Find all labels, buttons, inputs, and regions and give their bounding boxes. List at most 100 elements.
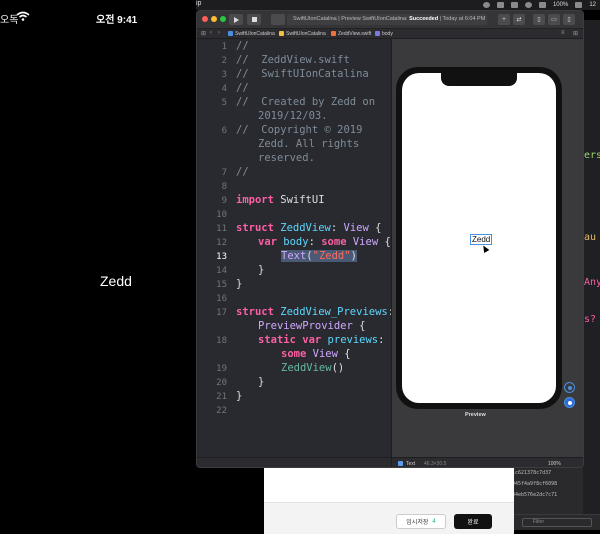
- wifi-menubar-icon[interactable]: [524, 2, 532, 8]
- ios-time: 오전 9:41: [96, 15, 138, 26]
- bg-fragment: Any: [584, 277, 600, 288]
- breadcrumb-project[interactable]: SwiftUIonCatalina: [228, 31, 275, 37]
- line-number: 10: [216, 210, 227, 220]
- code-line: reserved.: [258, 152, 315, 164]
- code-line: // Created by Zedd on: [236, 96, 376, 108]
- editor-options-icon[interactable]: ≡: [561, 30, 565, 36]
- code-line: ZeddView(): [281, 362, 345, 374]
- background-editor: [583, 20, 600, 520]
- filter-input[interactable]: Filter: [522, 518, 592, 527]
- preview-on-device-button[interactable]: [564, 397, 575, 408]
- property-icon: [375, 31, 380, 36]
- line-number: 11: [216, 224, 227, 234]
- preview-caption: Preview: [465, 412, 486, 418]
- line-number: 22: [216, 406, 227, 416]
- console-line: 1c621378c7d37: [512, 470, 552, 476]
- activity-message: SwiftUIonCatalina | Preview SwiftUIonCat…: [293, 16, 410, 22]
- menubar-clock[interactable]: 12: [589, 2, 596, 8]
- line-number: 15: [216, 280, 227, 290]
- line-number: 3: [221, 70, 227, 80]
- minimize-window-button[interactable]: [211, 16, 217, 22]
- line-number: 12: [216, 238, 227, 248]
- done-button[interactable]: 완료: [454, 514, 492, 529]
- code-review-button[interactable]: ⇄: [513, 14, 525, 25]
- line-number: 4: [221, 84, 227, 94]
- inspector-toggle[interactable]: ▯: [563, 14, 575, 25]
- record-icon[interactable]: [482, 2, 490, 8]
- line-number: 16: [216, 294, 227, 304]
- preview-text[interactable]: Zedd: [470, 234, 493, 245]
- run-button[interactable]: [229, 14, 243, 25]
- stop-button[interactable]: [247, 14, 261, 25]
- breadcrumb-file[interactable]: ZeddView.swift: [331, 31, 371, 37]
- pin-icon[interactable]: [398, 461, 403, 466]
- battery-percent[interactable]: 100%: [553, 2, 568, 8]
- simulator-text: Zedd: [100, 273, 132, 289]
- stop-icon: [251, 17, 257, 22]
- grid-icon[interactable]: ⊞: [201, 30, 206, 37]
- console-line: 34eb576e2dc7c71: [512, 492, 558, 498]
- screen-recording: ip 100% 12 오독 오전 9:41 Zedd ers au Any s?…: [0, 0, 600, 534]
- line-number: 19: [216, 364, 227, 374]
- xcode-toolbar: SwiftUIonCatalina | Preview SwiftUIonCat…: [197, 11, 583, 29]
- code-line: var body: some View {: [258, 236, 391, 248]
- bg-fragment: ers: [584, 150, 600, 161]
- device-screen[interactable]: Zedd: [402, 73, 556, 403]
- line-number: 21: [216, 392, 227, 402]
- add-library-button[interactable]: +: [498, 14, 510, 25]
- project-icon: [228, 31, 233, 36]
- line-number: 7: [221, 168, 227, 178]
- ios-status-bar: 오독 오전 9:41: [0, 8, 196, 26]
- code-line: }: [236, 390, 243, 402]
- line-number: 20: [216, 378, 227, 388]
- zoom-window-button[interactable]: [220, 16, 226, 22]
- line-number: 5: [221, 98, 227, 108]
- code-editor[interactable]: 1 2 3 4 5 6 7 8 9 10 11 12 13 14 15 16 1…: [197, 39, 394, 467]
- live-preview-button[interactable]: [564, 382, 575, 393]
- scheme-selector[interactable]: [271, 14, 285, 25]
- mac-menubar: ip 100% 12: [196, 0, 600, 10]
- wifi-icon: [16, 11, 30, 21]
- dropbox-icon[interactable]: [496, 2, 504, 8]
- line-number: 9: [221, 196, 227, 206]
- element-size: 46.3×20.5: [424, 461, 447, 467]
- code-line: some View {: [281, 348, 351, 360]
- code-line: }: [258, 376, 265, 388]
- preview-canvas[interactable]: Zedd Preview Text 46.3×20.5 100%: [391, 39, 583, 467]
- device-notch: [441, 73, 517, 86]
- draft-count: 4: [432, 518, 436, 525]
- draft-label: 임시저장: [406, 520, 429, 526]
- code-line: // ZeddView.swift: [236, 54, 350, 66]
- navigator-toggle[interactable]: ▯: [533, 14, 545, 25]
- code-line: //: [236, 166, 249, 178]
- zoom-level[interactable]: 100%: [548, 461, 561, 467]
- activity-status: Succeeded: [409, 16, 439, 22]
- battery-icon[interactable]: [575, 2, 583, 8]
- debug-toggle[interactable]: ▭: [548, 14, 560, 25]
- selected-element-label: Text: [406, 461, 416, 467]
- line-number: 6: [221, 126, 227, 136]
- save-draft-button[interactable]: 임시저장 4: [396, 514, 446, 529]
- back-icon[interactable]: ‹: [210, 30, 212, 36]
- sound-icon[interactable]: [538, 2, 546, 8]
- canvas-status-bar: Text 46.3×20.5 100%: [392, 457, 583, 467]
- forward-icon[interactable]: ›: [218, 30, 220, 36]
- device-frame: Zedd: [396, 67, 562, 409]
- code-line: Text("Zedd"): [281, 250, 357, 262]
- add-editor-icon[interactable]: ⊞: [573, 30, 578, 37]
- play-icon: [234, 16, 239, 23]
- breadcrumb-folder[interactable]: SwiftUIonCatalina: [279, 31, 326, 37]
- bg-fragment: au: [584, 232, 597, 243]
- close-window-button[interactable]: [202, 16, 208, 22]
- code-line: // SwiftUIonCatalina: [236, 68, 369, 80]
- code-line: // Copyright © 2019: [236, 124, 363, 136]
- xcode-window: SwiftUIonCatalina | Preview SwiftUIonCat…: [196, 10, 584, 468]
- app-icon[interactable]: [510, 2, 518, 8]
- code-line: struct ZeddView_Previews:: [236, 306, 394, 318]
- code-line: //: [236, 40, 249, 52]
- selected-code[interactable]: Text("Zedd"): [281, 250, 357, 262]
- line-number: 13: [216, 252, 227, 262]
- line-number: 2: [221, 56, 227, 66]
- folder-icon: [279, 31, 284, 36]
- breadcrumb-symbol[interactable]: body: [375, 31, 393, 37]
